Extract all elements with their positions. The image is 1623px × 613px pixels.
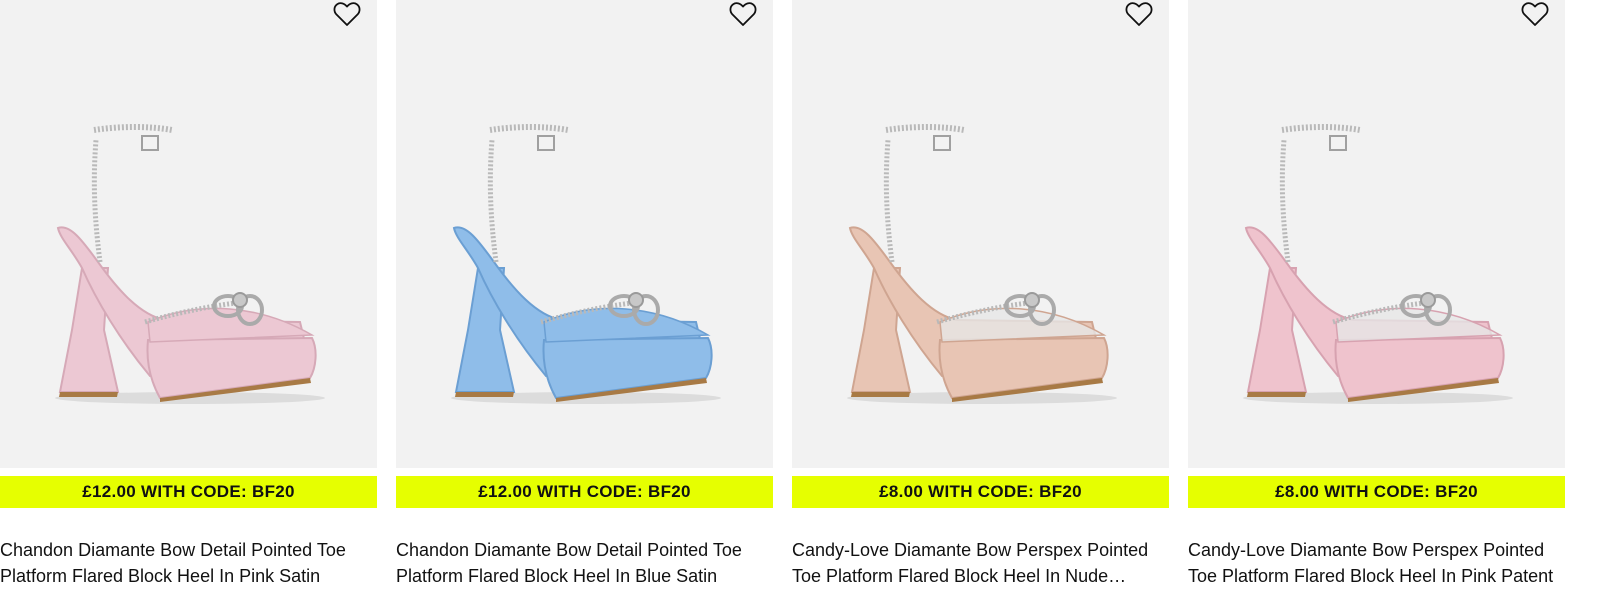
wishlist-button[interactable]	[333, 1, 361, 27]
product-image[interactable]	[0, 0, 377, 468]
wishlist-button[interactable]	[729, 1, 757, 27]
promo-banner: £12.00 WITH CODE: BF20	[396, 476, 773, 508]
shoe-illustration	[55, 124, 325, 404]
product-title[interactable]: Chandon Diamante Bow Detail Pointed Toe …	[396, 537, 768, 589]
product-image[interactable]	[792, 0, 1169, 468]
product-image[interactable]	[1188, 0, 1565, 468]
product-card[interactable]: £8.00 WITH CODE: BF20 Candy-Love Diamant…	[792, 0, 1169, 589]
heart-outline-icon[interactable]	[729, 1, 757, 27]
product-card[interactable]: £12.00 WITH CODE: BF20 Chandon Diamante …	[0, 0, 377, 589]
product-image[interactable]	[396, 0, 773, 468]
product-image-container[interactable]	[792, 0, 1169, 468]
heart-outline-icon[interactable]	[1521, 1, 1549, 27]
product-title[interactable]: Chandon Diamante Bow Detail Pointed Toe …	[0, 537, 372, 589]
product-image-container[interactable]	[1188, 0, 1565, 468]
product-title[interactable]: Candy-Love Diamante Bow Perspex Pointed …	[1188, 537, 1560, 589]
promo-banner: £8.00 WITH CODE: BF20	[1188, 476, 1565, 508]
promo-banner: £8.00 WITH CODE: BF20	[792, 476, 1169, 508]
wishlist-button[interactable]	[1521, 1, 1549, 27]
heart-outline-icon[interactable]	[1125, 1, 1153, 27]
wishlist-button[interactable]	[1125, 1, 1153, 27]
product-card[interactable]: £8.00 WITH CODE: BF20 Candy-Love Diamant…	[1188, 0, 1565, 589]
shoe-illustration	[847, 124, 1117, 404]
heart-outline-icon[interactable]	[333, 1, 361, 27]
product-grid: £12.00 WITH CODE: BF20 Chandon Diamante …	[0, 0, 1623, 613]
product-image-container[interactable]	[396, 0, 773, 468]
shoe-illustration	[451, 124, 721, 404]
promo-banner: £12.00 WITH CODE: BF20	[0, 476, 377, 508]
shoe-illustration	[1243, 124, 1513, 404]
product-image-container[interactable]	[0, 0, 377, 468]
product-title[interactable]: Candy-Love Diamante Bow Perspex Pointed …	[792, 537, 1164, 589]
product-card[interactable]: £12.00 WITH CODE: BF20 Chandon Diamante …	[396, 0, 773, 589]
